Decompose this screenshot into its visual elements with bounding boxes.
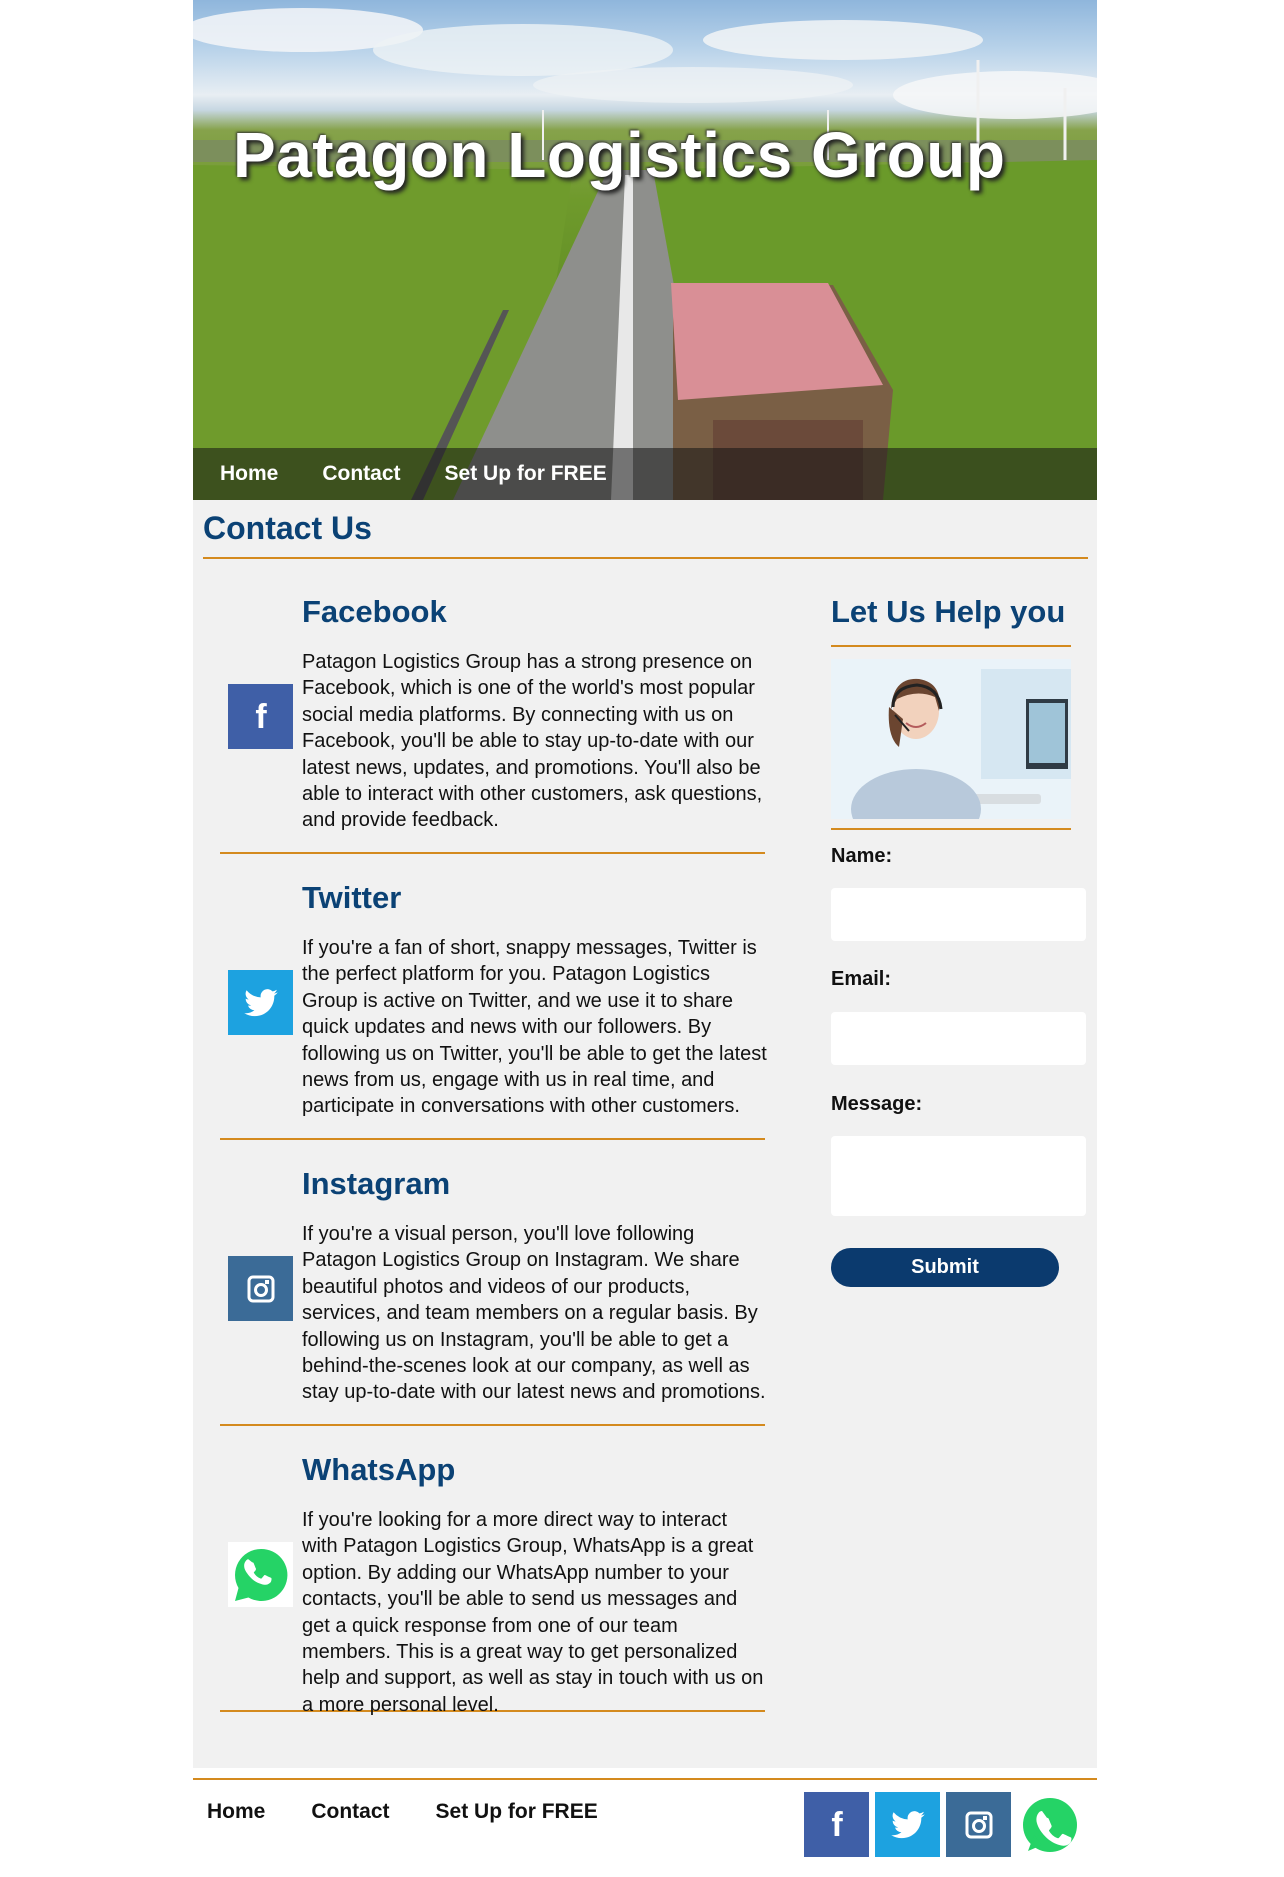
- footer-social-icons: f: [804, 1792, 1088, 1857]
- social-item-facebook: f Facebook Patagon Logistics Group has a…: [220, 568, 765, 854]
- facebook-icon[interactable]: f: [804, 1792, 869, 1857]
- footer-divider: [193, 1778, 1097, 1780]
- divider: [203, 557, 1088, 559]
- facebook-icon[interactable]: f: [228, 684, 293, 749]
- nav-home[interactable]: Home: [220, 462, 278, 486]
- twitter-icon[interactable]: [875, 1792, 940, 1857]
- footer-nav-home[interactable]: Home: [207, 1800, 265, 1824]
- email-field[interactable]: [831, 1012, 1086, 1065]
- social-heading: Instagram: [302, 1166, 451, 1201]
- top-nav: Home Contact Set Up for FREE: [193, 448, 1097, 500]
- footer-nav: Home Contact Set Up for FREE: [207, 1800, 644, 1824]
- social-description: If you're looking for a more direct way …: [302, 1509, 764, 1716]
- twitter-icon[interactable]: [228, 970, 293, 1035]
- social-item-instagram: Instagram If you're a visual person, you…: [220, 1140, 766, 1426]
- main-content: Contact Us f Facebook Patagon Logistics …: [193, 500, 1097, 1768]
- social-heading: Facebook: [302, 594, 447, 629]
- svg-text:f: f: [831, 1807, 843, 1843]
- svg-text:f: f: [255, 699, 267, 735]
- divider: [831, 645, 1071, 647]
- social-description: If you're a fan of short, snappy message…: [302, 937, 767, 1118]
- hero-image: [193, 8, 1097, 500]
- message-field[interactable]: [831, 1136, 1086, 1216]
- page-title: Contact Us: [203, 510, 372, 546]
- submit-button[interactable]: Submit: [831, 1248, 1059, 1287]
- social-heading: Twitter: [302, 880, 402, 915]
- social-description: If you're a visual person, you'll love f…: [302, 1223, 766, 1404]
- hero-banner: Patagon Logistics Group Home Contact Set…: [193, 0, 1097, 500]
- social-item-twitter: Twitter If you're a fan of short, snappy…: [220, 854, 767, 1140]
- instagram-icon[interactable]: [946, 1792, 1011, 1857]
- nav-contact[interactable]: Contact: [322, 462, 400, 486]
- footer-nav-contact[interactable]: Contact: [311, 1800, 389, 1824]
- site-title: Patagon Logistics Group: [233, 119, 1006, 191]
- message-label: Message:: [831, 1093, 923, 1115]
- page: Patagon Logistics Group Home Contact Set…: [193, 0, 1097, 1877]
- whatsapp-icon[interactable]: [228, 1542, 293, 1607]
- name-field[interactable]: [831, 888, 1086, 941]
- support-agent-image: [831, 659, 1071, 819]
- social-item-whatsapp: WhatsApp If you're looking for a more di…: [220, 1426, 765, 1716]
- whatsapp-icon[interactable]: [1017, 1792, 1082, 1857]
- footer-nav-setup[interactable]: Set Up for FREE: [436, 1800, 598, 1824]
- instagram-icon[interactable]: [228, 1256, 293, 1321]
- social-list: f Facebook Patagon Logistics Group has a…: [220, 568, 767, 1716]
- email-label: Email:: [831, 968, 892, 990]
- sidebar-title: Let Us Help you: [831, 594, 1066, 629]
- divider: [831, 828, 1071, 830]
- social-heading: WhatsApp: [302, 1452, 456, 1487]
- nav-setup[interactable]: Set Up for FREE: [445, 462, 607, 486]
- social-description: Patagon Logistics Group has a strong pre…: [302, 651, 763, 832]
- name-label: Name:: [831, 845, 893, 867]
